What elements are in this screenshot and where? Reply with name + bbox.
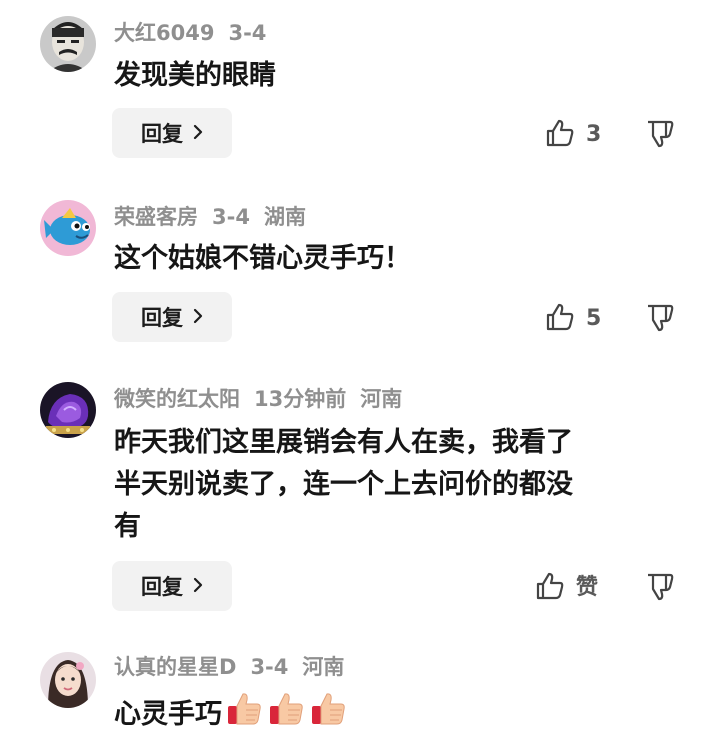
reply-button[interactable]: 回复 bbox=[112, 108, 232, 158]
comment-meta: 认真的星星D 3-4 河南 bbox=[114, 652, 344, 682]
comment-location: 河南 bbox=[360, 387, 403, 411]
like-count: 赞 bbox=[576, 575, 599, 600]
comment-date: 3-4 bbox=[212, 205, 250, 229]
comment-text: 昨天我们这里展销会有人在卖，我看了 半天别说卖了，连一个上去问价的都没 有 bbox=[114, 422, 674, 548]
dislike-button[interactable] bbox=[644, 571, 676, 603]
thumbs-down-outline-icon bbox=[644, 304, 676, 338]
comment-date: 3-4 bbox=[228, 21, 267, 45]
reply-button[interactable]: 回复 bbox=[112, 561, 232, 611]
chevron-right-icon bbox=[193, 305, 203, 329]
username[interactable]: 荣盛客房 bbox=[114, 205, 198, 229]
like-button[interactable]: 5 bbox=[544, 301, 601, 337]
avatar[interactable] bbox=[40, 200, 96, 256]
comment-item: 认真的星星D 3-4 河南 心灵手巧 bbox=[0, 634, 720, 744]
like-button[interactable]: 3 bbox=[544, 117, 601, 153]
reply-label: 回复 bbox=[141, 575, 183, 599]
thumbs-up-emoji-icon bbox=[268, 690, 310, 741]
reply-button[interactable]: 回复 bbox=[112, 292, 232, 342]
chevron-right-icon bbox=[193, 121, 203, 145]
comment-text: 心灵手巧 bbox=[114, 690, 674, 741]
dislike-button[interactable] bbox=[644, 118, 676, 150]
comment-text-line: 半天别说卖了，连一个上去问价的都没 bbox=[114, 469, 573, 500]
comment-text-line: 发现美的眼睛 bbox=[114, 60, 276, 91]
thumbs-up-outline-icon bbox=[534, 570, 566, 606]
thumbs-up-emoji-icon bbox=[310, 690, 352, 741]
comment-text-line: 心灵手巧 bbox=[114, 690, 674, 741]
like-button[interactable]: 赞 bbox=[534, 570, 598, 606]
username[interactable]: 微笑的红太阳 bbox=[114, 387, 240, 411]
comment-text-line: 这个姑娘不错心灵手巧！ bbox=[114, 243, 411, 274]
chevron-right-icon bbox=[193, 574, 203, 598]
reply-label: 回复 bbox=[141, 306, 183, 330]
like-count: 3 bbox=[586, 122, 602, 147]
dislike-button[interactable] bbox=[644, 302, 676, 334]
comment-text-line: 昨天我们这里展销会有人在卖，我看了 bbox=[114, 427, 573, 458]
username[interactable]: 大红6049 bbox=[114, 21, 214, 45]
like-count: 5 bbox=[586, 306, 602, 331]
thumbs-up-emoji-icon bbox=[226, 690, 268, 741]
comment-item: 大红6049 3-4 发现美的眼睛 回复 3 bbox=[0, 0, 720, 180]
thumbs-up-outline-icon bbox=[544, 117, 576, 153]
comment-text: 这个姑娘不错心灵手巧！ bbox=[114, 238, 674, 280]
comment-text: 发现美的眼睛 bbox=[114, 55, 674, 97]
comment-location: 河南 bbox=[302, 655, 345, 679]
reply-label: 回复 bbox=[141, 122, 183, 146]
emoji-row bbox=[226, 690, 352, 741]
comment-meta: 荣盛客房 3-4 湖南 bbox=[114, 202, 306, 232]
comment-date: 3-4 bbox=[250, 655, 289, 679]
comment-text-line: 有 bbox=[114, 511, 141, 542]
comment-item: 荣盛客房 3-4 湖南 这个姑娘不错心灵手巧！ 回复 5 bbox=[0, 182, 720, 362]
thumbs-up-outline-icon bbox=[544, 301, 576, 337]
avatar[interactable] bbox=[40, 16, 96, 72]
comment-text-segment: 心灵手巧 bbox=[114, 699, 222, 730]
comment-item: 微笑的红太阳 13分钟前 河南 昨天我们这里展销会有人在卖，我看了 半天别说卖了，连… bbox=[0, 364, 720, 634]
comment-location: 湖南 bbox=[263, 205, 306, 229]
username[interactable]: 认真的星星D bbox=[114, 655, 236, 679]
comment-meta: 微笑的红太阳 13分钟前 河南 bbox=[114, 384, 402, 414]
comment-date: 13分钟前 bbox=[254, 387, 347, 411]
comment-meta: 大红6049 3-4 bbox=[114, 18, 266, 48]
thumbs-down-outline-icon bbox=[644, 120, 676, 154]
avatar[interactable] bbox=[40, 652, 96, 708]
avatar[interactable] bbox=[40, 382, 96, 438]
thumbs-down-outline-icon bbox=[644, 573, 676, 607]
